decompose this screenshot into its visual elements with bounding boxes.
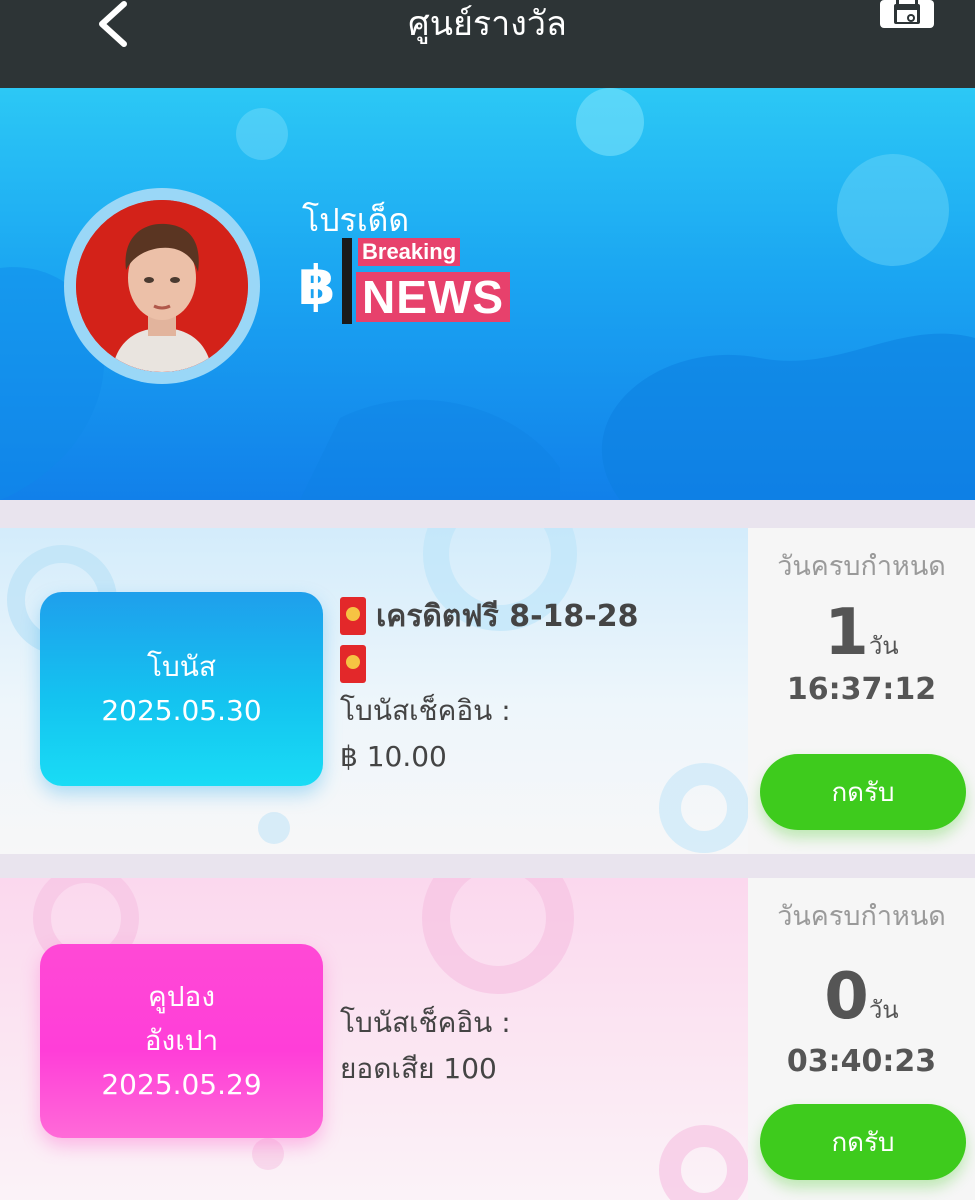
badge-date: 2025.05.30 — [101, 694, 262, 727]
reward-title: เครดิตฟรี 8-18-28 — [340, 592, 638, 640]
reward-info: เครดิตฟรี 8-18-28 โบนัสเช็คอิน : ฿ 10.00 — [340, 592, 638, 780]
bonus-label: โบนัสเช็คอิน : — [340, 694, 511, 727]
breaking-news-logo: ฿ Breaking NEWS — [298, 234, 538, 330]
person-photo — [76, 200, 248, 372]
due-label: วันครบกำหนด — [777, 901, 946, 932]
claim-button[interactable]: กดรับ — [760, 754, 966, 830]
bonus-condition: ยอดเสีย 100 — [340, 1052, 497, 1085]
reward-title-extra — [340, 640, 638, 688]
countdown-time: 03:40:23 — [786, 1044, 937, 1079]
avatar — [76, 200, 248, 372]
due-label: วันครบกำหนด — [777, 551, 946, 582]
badge-date: 2025.05.29 — [101, 1068, 262, 1101]
badge-type: คูปอง — [148, 980, 215, 1013]
days-remaining: 1วัน — [748, 598, 975, 668]
badge-subtype: อังเปา — [144, 1024, 219, 1057]
bonus-label: โบนัสเช็คอิน : — [340, 1006, 511, 1039]
red-envelope-icon — [340, 645, 366, 683]
page-title: ศูนย์รางวัล — [408, 4, 567, 44]
badge-type: โบนัส — [146, 650, 217, 683]
calendar-ticket-icon — [880, 0, 934, 28]
promo-banner[interactable]: โปรเด็ด ฿ Breaking NEWS — [0, 88, 975, 500]
days-remaining: 0วัน — [748, 962, 975, 1032]
countdown-time: 16:37:12 — [786, 672, 937, 707]
reward-card: โบนัส 2025.05.30 เครดิตฟรี 8-18-28 โบนัส… — [0, 528, 975, 854]
days-unit: วัน — [868, 996, 899, 1024]
reward-badge: โบนัส 2025.05.30 — [40, 592, 323, 786]
top-bar: ศูนย์รางวัล — [0, 0, 975, 88]
bonus-amount: ฿ 10.00 — [340, 740, 447, 773]
red-envelope-icon — [340, 597, 366, 635]
days-number: 1 — [824, 596, 869, 670]
baht-symbol: ฿ — [298, 254, 336, 317]
claim-button[interactable]: กดรับ — [760, 1104, 966, 1180]
reward-card: คูปอง อังเปา 2025.05.29 โบนัสเช็คอิน : ย… — [0, 878, 975, 1200]
logo-news-text: NEWS — [356, 272, 510, 322]
due-panel: วันครบกำหนด 0วัน 03:40:23 กดรับ — [748, 878, 975, 1200]
logo-divider — [342, 238, 352, 324]
logo-breaking-text: Breaking — [358, 238, 461, 266]
due-panel: วันครบกำหนด 1วัน 16:37:12 กดรับ — [748, 528, 975, 854]
reward-badge: คูปอง อังเปา 2025.05.29 — [40, 944, 323, 1138]
days-number: 0 — [824, 960, 869, 1034]
reward-info: โบนัสเช็คอิน : ยอดเสีย 100 — [340, 1000, 511, 1092]
reward-title-text: เครดิตฟรี 8-18-28 — [376, 598, 639, 634]
days-unit: วัน — [868, 632, 899, 660]
avatar-ring — [64, 188, 260, 384]
calendar-button[interactable] — [874, 0, 940, 36]
